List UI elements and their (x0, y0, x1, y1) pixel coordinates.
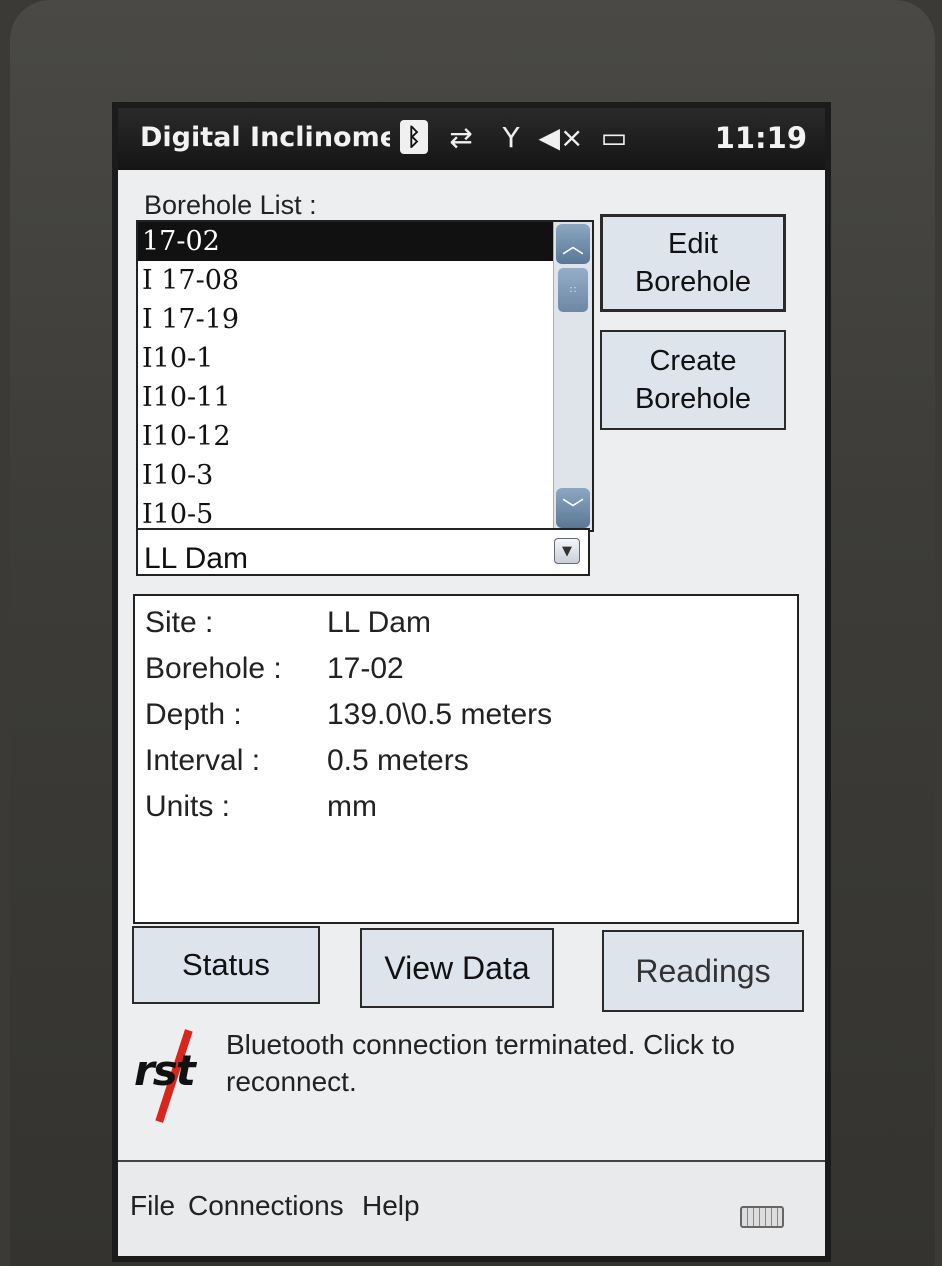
device-screen: Digital Inclinomet ᛒ ⇄ Y ◀× ▭ 11:19 Bore… (118, 108, 825, 1256)
scroll-up-icon[interactable]: ︿ (556, 224, 590, 264)
status-button[interactable]: Status (132, 926, 320, 1004)
no-signal-icon[interactable]: Y (494, 118, 528, 156)
list-item[interactable]: 17-02 (138, 222, 554, 261)
borehole-listbox[interactable]: 17-02 I 17-08 I 17-19 I10-1 I10-11 I10-1… (136, 220, 594, 532)
chevron-down-icon[interactable]: ▼ (554, 538, 580, 564)
scroll-down-icon[interactable]: ﹀ (556, 488, 590, 528)
info-value: LL Dam (327, 606, 431, 639)
create-borehole-button[interactable]: Create Borehole (600, 330, 786, 430)
borehole-list-label: Borehole List : (144, 190, 317, 220)
list-item[interactable]: I10-11 (138, 378, 592, 417)
info-value: 17-02 (327, 652, 404, 685)
menu-connections[interactable]: Connections (188, 1190, 344, 1222)
list-item[interactable]: I 17-19 (138, 300, 592, 339)
view-data-button-label: View Data (384, 949, 530, 986)
list-item[interactable]: I 17-08 (138, 261, 592, 300)
edit-borehole-label: Edit Borehole (634, 228, 752, 298)
info-key: Borehole : (145, 652, 282, 685)
info-value: 139.0\0.5 meters (327, 698, 553, 731)
app-title: Digital Inclinomet (140, 122, 390, 153)
site-dropdown-value: LL Dam (144, 542, 248, 575)
view-data-button[interactable]: View Data (360, 928, 554, 1008)
menu-file[interactable]: File (130, 1190, 175, 1222)
battery-icon[interactable]: ▭ (594, 118, 634, 156)
info-key: Units : (145, 790, 231, 823)
menu-bar: File Connections Help (118, 1160, 825, 1256)
speaker-muted-icon[interactable]: ◀× (539, 118, 584, 156)
title-bar: Digital Inclinomet ᛒ ⇄ Y ◀× ▭ 11:19 (118, 108, 825, 170)
rst-logo: rst (132, 1026, 222, 1123)
bluetooth-icon[interactable]: ᛒ (400, 120, 428, 154)
site-dropdown[interactable]: LL Dam ▼ (136, 528, 590, 576)
readings-button-label: Readings (635, 952, 771, 989)
borehole-info-panel: Site : LL Dam Borehole : 17-02 Depth : 1… (133, 594, 799, 924)
data-sync-icon[interactable]: ⇄ (444, 118, 478, 156)
list-scrollbar[interactable]: ︿ ∷ ﹀ (553, 222, 592, 530)
logo-text: rst (134, 1046, 196, 1095)
status-icons: ᛒ ⇄ Y ◀× ▭ (400, 118, 634, 156)
scroll-thumb[interactable]: ∷ (558, 268, 588, 312)
bluetooth-status-message[interactable]: Bluetooth connection terminated. Click t… (226, 1026, 806, 1100)
create-borehole-label: Create Borehole (634, 345, 752, 415)
info-key: Depth : (145, 698, 242, 731)
readings-button[interactable]: Readings (602, 930, 804, 1012)
list-item[interactable]: I10-12 (138, 417, 592, 456)
edit-borehole-button[interactable]: Edit Borehole (600, 214, 786, 312)
info-key: Interval : (145, 744, 261, 777)
list-item[interactable]: I10-3 (138, 456, 592, 495)
list-item[interactable]: I10-1 (138, 339, 592, 378)
menu-help[interactable]: Help (362, 1190, 420, 1222)
info-value: mm (327, 790, 377, 823)
clock[interactable]: 11:19 (715, 121, 807, 155)
list-item[interactable]: I10-5 (138, 495, 592, 530)
info-key: Site : (145, 606, 214, 639)
keyboard-icon[interactable] (740, 1206, 784, 1228)
info-value: 0.5 meters (327, 744, 469, 777)
status-button-label: Status (182, 947, 270, 982)
